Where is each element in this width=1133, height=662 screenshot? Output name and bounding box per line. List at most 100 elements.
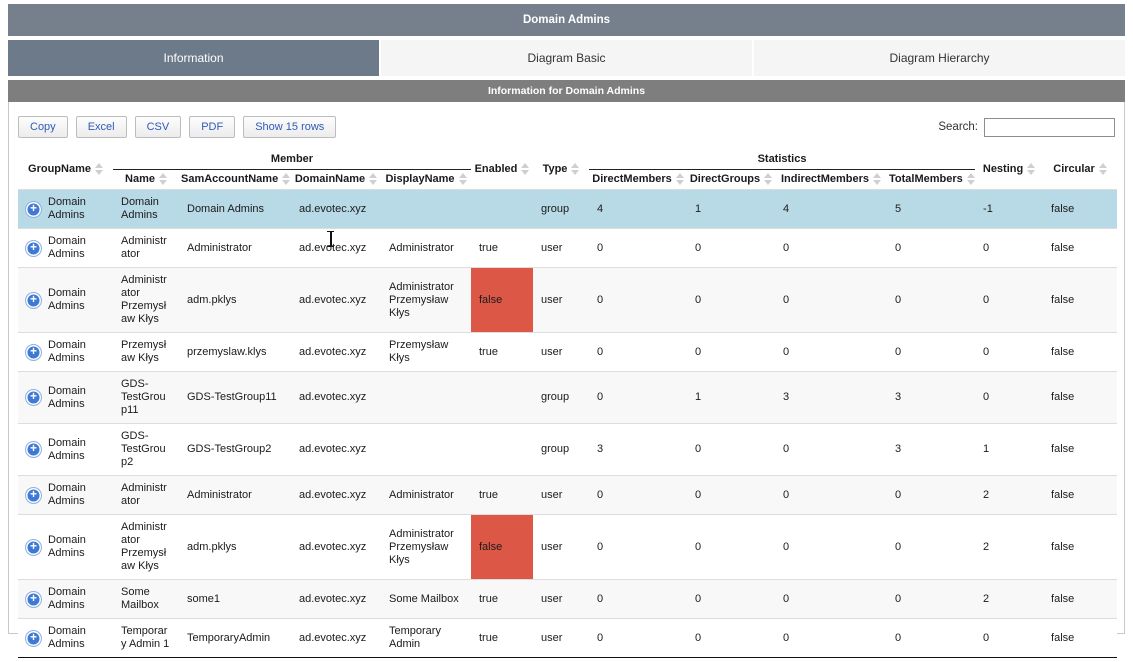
expand-row-icon[interactable]: + xyxy=(26,540,41,555)
header-displayname[interactable]: DisplayName xyxy=(381,170,471,190)
cell-type: user xyxy=(533,515,589,580)
tab-information[interactable]: Information xyxy=(8,40,379,76)
expand-row-icon[interactable]: + xyxy=(26,202,41,217)
header-directmembers[interactable]: DirectMembers xyxy=(589,170,687,190)
cell-directmembers: 0 xyxy=(589,619,687,658)
cell-indirectmembers: 0 xyxy=(775,424,887,476)
cell-totalmembers: 0 xyxy=(887,619,975,658)
cell-groupname-text: Domain Admins xyxy=(48,586,105,612)
cell-type: user xyxy=(533,333,589,372)
cell-directmembers: 0 xyxy=(589,372,687,424)
cell-totalmembers: 5 xyxy=(887,190,975,229)
cell-groupname: +Domain Admins xyxy=(18,476,113,515)
cell-name: Domain Admins xyxy=(113,190,179,229)
header-member-label: Member xyxy=(271,153,313,165)
cell-displayname: Administrator xyxy=(381,229,471,268)
section-title: Information for Domain Admins xyxy=(488,85,645,97)
header-groupname[interactable]: GroupName xyxy=(18,150,113,190)
cell-name: Administrator Przemysław Kłys xyxy=(113,515,179,580)
cell-type: user xyxy=(533,580,589,619)
cell-domainname: ad.evotec.xyz xyxy=(291,515,381,580)
cell-directgroups: 1 xyxy=(687,372,775,424)
cell-directmembers: 0 xyxy=(589,515,687,580)
sort-icon xyxy=(1099,163,1107,175)
filter-cell xyxy=(471,658,533,662)
expand-row-icon[interactable]: + xyxy=(26,488,41,503)
cell-domainname: ad.evotec.xyz xyxy=(291,580,381,619)
csv-button[interactable]: CSV xyxy=(135,116,182,138)
cell-groupname: +Domain Admins xyxy=(18,619,113,658)
section-header: Information for Domain Admins xyxy=(8,80,1125,102)
cell-directgroups: 0 xyxy=(687,333,775,372)
table-row: +Domain AdminsAdministrator Przemysław K… xyxy=(18,515,1117,580)
cell-directgroups: 0 xyxy=(687,229,775,268)
filter-cell xyxy=(589,658,687,662)
sort-icon xyxy=(571,163,579,175)
expand-row-icon[interactable]: + xyxy=(26,345,41,360)
header-directgroups[interactable]: DirectGroups xyxy=(687,170,775,190)
tab-diagram-basic[interactable]: Diagram Basic xyxy=(381,40,752,76)
show-rows-button[interactable]: Show 15 rows xyxy=(243,116,336,138)
cell-enabled: true xyxy=(471,476,533,515)
cell-directmembers: 4 xyxy=(589,190,687,229)
cell-totalmembers: 0 xyxy=(887,268,975,333)
cell-directmembers: 0 xyxy=(589,333,687,372)
table-row: +Domain AdminsPrzemysław Kłysprzemyslaw.… xyxy=(18,333,1117,372)
header-totalmembers[interactable]: TotalMembers xyxy=(887,170,975,190)
header-statistics-label: Statistics xyxy=(758,153,807,165)
copy-button[interactable]: Copy xyxy=(18,116,68,138)
cell-name: GDS-TestGroup11 xyxy=(113,372,179,424)
header-group-statistics: Statistics xyxy=(589,150,975,170)
cell-enabled: false xyxy=(471,268,533,333)
cell-samaccountname: adm.pklys xyxy=(179,515,291,580)
header-directmembers-label: DirectMembers xyxy=(592,173,671,185)
expand-row-icon[interactable]: + xyxy=(26,241,41,256)
cell-enabled: true xyxy=(471,229,533,268)
header-type[interactable]: Type xyxy=(533,150,589,190)
search-input[interactable] xyxy=(984,118,1115,137)
expand-row-icon[interactable]: + xyxy=(26,592,41,607)
header-domainname-label: DomainName xyxy=(295,173,365,185)
pdf-button[interactable]: PDF xyxy=(189,116,235,138)
cell-domainname: ad.evotec.xyz xyxy=(291,229,381,268)
filter-cell xyxy=(18,658,113,662)
header-indirectmembers[interactable]: IndirectMembers xyxy=(775,170,887,190)
cell-groupname: +Domain Admins xyxy=(18,229,113,268)
excel-button[interactable]: Excel xyxy=(76,116,127,138)
page: Domain Admins Information Diagram Basic … xyxy=(0,0,1133,662)
cell-enabled xyxy=(471,190,533,229)
expand-row-icon[interactable]: + xyxy=(26,390,41,405)
expand-row-icon[interactable]: + xyxy=(26,442,41,457)
cell-enabled: true xyxy=(471,333,533,372)
cell-indirectmembers: 0 xyxy=(775,619,887,658)
header-enabled[interactable]: Enabled xyxy=(471,150,533,190)
tab-diagram-hierarchy[interactable]: Diagram Hierarchy xyxy=(754,40,1125,76)
filter-cell xyxy=(291,658,381,662)
sort-icon xyxy=(282,173,290,185)
filter-cell xyxy=(113,658,179,662)
header-nesting[interactable]: Nesting xyxy=(975,150,1043,190)
cell-enabled xyxy=(471,372,533,424)
filter-cell xyxy=(533,658,589,662)
cell-domainname: ad.evotec.xyz xyxy=(291,333,381,372)
cell-indirectmembers: 0 xyxy=(775,580,887,619)
header-samaccountname[interactable]: SamAccountName xyxy=(179,170,291,190)
sort-icon xyxy=(873,173,881,185)
header-indirectmembers-label: IndirectMembers xyxy=(781,173,869,185)
header-name[interactable]: Name xyxy=(113,170,179,190)
cell-directgroups: 0 xyxy=(687,580,775,619)
cell-directgroups: 1 xyxy=(687,190,775,229)
expand-row-icon[interactable]: + xyxy=(26,293,41,308)
cell-groupname-text: Domain Admins xyxy=(48,385,105,411)
header-circular[interactable]: Circular xyxy=(1043,150,1117,190)
cell-type: user xyxy=(533,268,589,333)
cell-enabled: false xyxy=(471,515,533,580)
cell-displayname: Przemysław Kłys xyxy=(381,333,471,372)
cell-indirectmembers: 0 xyxy=(775,476,887,515)
cell-indirectmembers: 3 xyxy=(775,372,887,424)
header-nesting-label: Nesting xyxy=(983,163,1023,175)
expand-row-icon[interactable]: + xyxy=(26,631,41,646)
cell-name: Administrator xyxy=(113,476,179,515)
cell-type: group xyxy=(533,424,589,476)
header-domainname[interactable]: DomainName xyxy=(291,170,381,190)
